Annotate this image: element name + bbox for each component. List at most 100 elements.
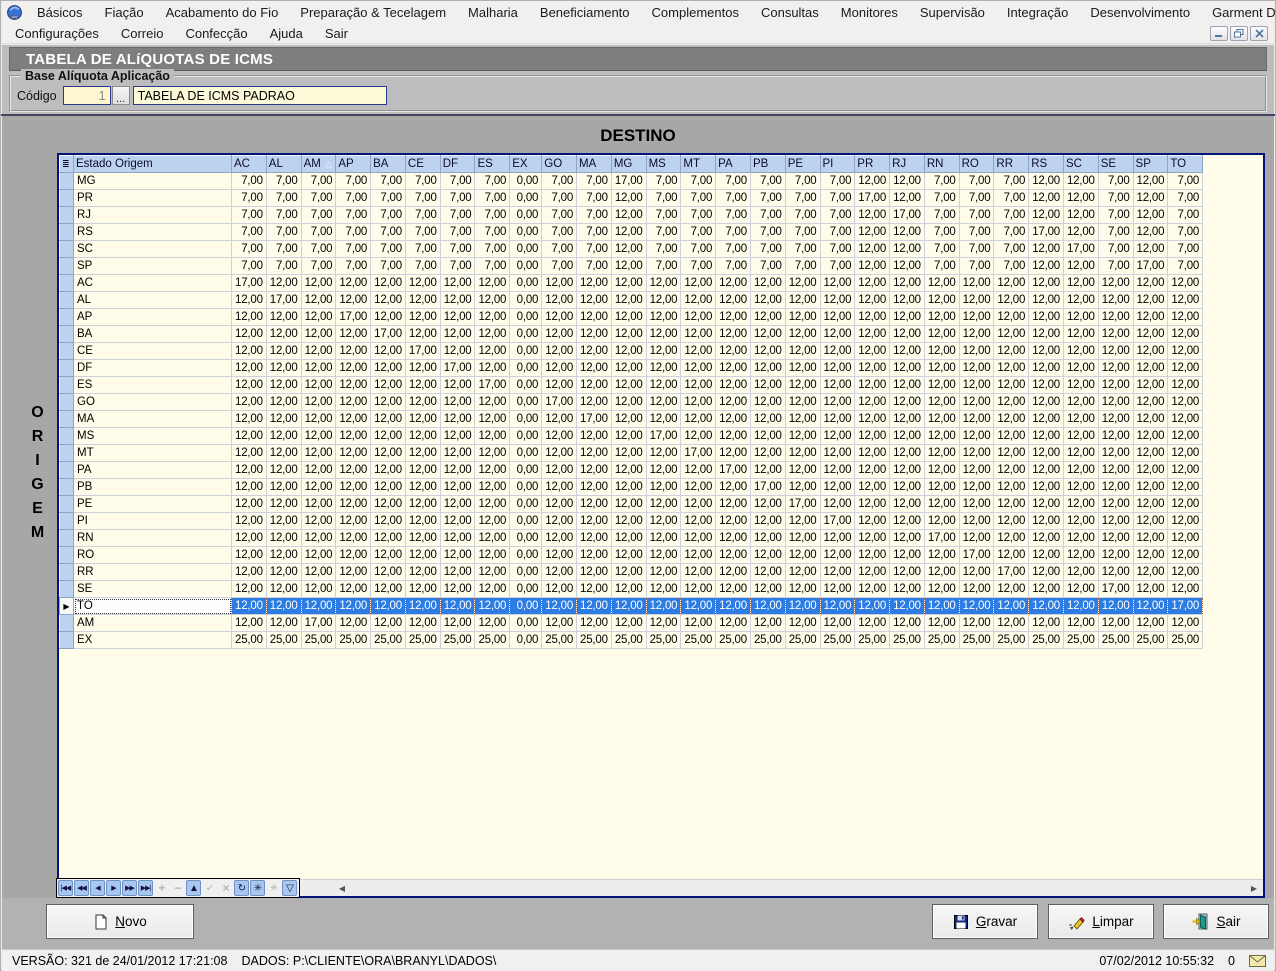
cell-rn-sp[interactable]: 12,00	[1133, 530, 1168, 547]
cell-mt-ba[interactable]: 12,00	[371, 445, 406, 462]
cell-rn-mt[interactable]: 12,00	[681, 530, 716, 547]
cell-pi-al[interactable]: 12,00	[266, 513, 301, 530]
cell-se-sc[interactable]: 12,00	[1063, 581, 1098, 598]
cell-go-al[interactable]: 12,00	[266, 394, 301, 411]
cell-pe-se[interactable]: 12,00	[1098, 496, 1133, 513]
cell-rn-go[interactable]: 12,00	[542, 530, 577, 547]
cell-sc-ex[interactable]: 0,00	[510, 241, 542, 258]
cell-al-sc[interactable]: 12,00	[1063, 292, 1098, 309]
cell-ex-pi[interactable]: 25,00	[820, 632, 855, 649]
cell-pr-ma[interactable]: 7,00	[577, 190, 612, 207]
cell-ro-rr[interactable]: 12,00	[994, 547, 1029, 564]
cell-pr-ro[interactable]: 7,00	[959, 190, 994, 207]
cell-pr-to[interactable]: 7,00	[1168, 190, 1203, 207]
cell-mt-se[interactable]: 12,00	[1098, 445, 1133, 462]
novo-button[interactable]: Novo	[46, 904, 194, 939]
cell-se-am[interactable]: 12,00	[301, 581, 336, 598]
cell-pr-rs[interactable]: 12,00	[1029, 190, 1064, 207]
cell-go-mt[interactable]: 12,00	[681, 394, 716, 411]
cell-ac-mt[interactable]: 12,00	[681, 275, 716, 292]
cell-ms-ms[interactable]: 17,00	[646, 428, 681, 445]
cell-mt-rj[interactable]: 12,00	[890, 445, 925, 462]
cell-ap-pr[interactable]: 12,00	[855, 309, 890, 326]
cell-ex-se[interactable]: 25,00	[1098, 632, 1133, 649]
cell-pi-rn[interactable]: 12,00	[924, 513, 959, 530]
cell-ma-rj[interactable]: 12,00	[890, 411, 925, 428]
row-header-go[interactable]: GO	[74, 394, 232, 411]
cell-ba-mg[interactable]: 12,00	[611, 326, 646, 343]
cell-al-ma[interactable]: 12,00	[577, 292, 612, 309]
cell-rn-ms[interactable]: 12,00	[646, 530, 681, 547]
col-header-rj[interactable]: RJ	[890, 156, 925, 173]
cell-am-am[interactable]: 17,00	[301, 615, 336, 632]
cell-rj-rn[interactable]: 7,00	[924, 207, 959, 224]
cell-al-df[interactable]: 12,00	[440, 292, 475, 309]
cell-es-pa[interactable]: 12,00	[716, 377, 751, 394]
cell-to-sc[interactable]: 12,00	[1063, 598, 1098, 615]
cell-rr-pe[interactable]: 12,00	[785, 564, 820, 581]
cell-se-rr[interactable]: 12,00	[994, 581, 1029, 598]
cell-to-al[interactable]: 12,00	[266, 598, 301, 615]
cell-es-ac[interactable]: 12,00	[232, 377, 267, 394]
cell-al-go[interactable]: 12,00	[542, 292, 577, 309]
cell-mg-df[interactable]: 7,00	[440, 173, 475, 190]
cell-rr-am[interactable]: 12,00	[301, 564, 336, 581]
cell-df-ma[interactable]: 12,00	[577, 360, 612, 377]
cell-pe-sp[interactable]: 12,00	[1133, 496, 1168, 513]
cell-ex-mg[interactable]: 25,00	[611, 632, 646, 649]
cell-to-mt[interactable]: 12,00	[681, 598, 716, 615]
nav-first-button[interactable]: |◀◀	[58, 880, 73, 896]
cell-rs-ce[interactable]: 7,00	[405, 224, 440, 241]
cell-to-rr[interactable]: 12,00	[994, 598, 1029, 615]
cell-go-rj[interactable]: 12,00	[890, 394, 925, 411]
cell-al-rr[interactable]: 12,00	[994, 292, 1029, 309]
cell-sc-pi[interactable]: 7,00	[820, 241, 855, 258]
cell-pb-pr[interactable]: 12,00	[855, 479, 890, 496]
cell-df-pi[interactable]: 12,00	[820, 360, 855, 377]
cell-df-go[interactable]: 12,00	[542, 360, 577, 377]
cell-ap-se[interactable]: 12,00	[1098, 309, 1133, 326]
cell-ro-go[interactable]: 12,00	[542, 547, 577, 564]
cell-ce-ce[interactable]: 17,00	[405, 343, 440, 360]
lookup-button[interactable]: ...	[112, 86, 130, 105]
cell-mg-ba[interactable]: 7,00	[371, 173, 406, 190]
cell-df-ac[interactable]: 12,00	[232, 360, 267, 377]
cell-rr-rn[interactable]: 12,00	[924, 564, 959, 581]
cell-sc-am[interactable]: 7,00	[301, 241, 336, 258]
menu-item-integracao[interactable]: Integração	[996, 3, 1079, 22]
cell-ce-ro[interactable]: 12,00	[959, 343, 994, 360]
cell-ce-rr[interactable]: 12,00	[994, 343, 1029, 360]
cell-sp-ms[interactable]: 7,00	[646, 258, 681, 275]
cell-sp-go[interactable]: 7,00	[542, 258, 577, 275]
cell-ex-pa[interactable]: 25,00	[716, 632, 751, 649]
cell-rr-rs[interactable]: 12,00	[1029, 564, 1064, 581]
cell-ex-ce[interactable]: 25,00	[405, 632, 440, 649]
cell-pa-mg[interactable]: 12,00	[611, 462, 646, 479]
cell-pa-se[interactable]: 12,00	[1098, 462, 1133, 479]
cell-to-ap[interactable]: 12,00	[336, 598, 371, 615]
cell-rr-go[interactable]: 12,00	[542, 564, 577, 581]
col-header-rn[interactable]: RN	[924, 156, 959, 173]
cell-to-rj[interactable]: 12,00	[890, 598, 925, 615]
cell-pb-go[interactable]: 12,00	[542, 479, 577, 496]
cell-mg-es[interactable]: 7,00	[475, 173, 510, 190]
cell-ms-ap[interactable]: 12,00	[336, 428, 371, 445]
cell-se-ac[interactable]: 12,00	[232, 581, 267, 598]
cell-ma-ms[interactable]: 12,00	[646, 411, 681, 428]
row-header-pa[interactable]: PA	[74, 462, 232, 479]
cell-go-ms[interactable]: 12,00	[646, 394, 681, 411]
cell-rr-to[interactable]: 12,00	[1168, 564, 1203, 581]
cell-ba-ce[interactable]: 12,00	[405, 326, 440, 343]
cell-es-es[interactable]: 17,00	[475, 377, 510, 394]
cell-pa-al[interactable]: 12,00	[266, 462, 301, 479]
cell-rj-df[interactable]: 7,00	[440, 207, 475, 224]
row-header-ap[interactable]: AP	[74, 309, 232, 326]
cell-ap-go[interactable]: 12,00	[542, 309, 577, 326]
cell-ap-pb[interactable]: 12,00	[750, 309, 785, 326]
cell-ce-ex[interactable]: 0,00	[510, 343, 542, 360]
menu-item-malharia[interactable]: Malharia	[457, 3, 529, 22]
nav-next-button[interactable]: ▶	[106, 880, 121, 896]
cell-df-mt[interactable]: 12,00	[681, 360, 716, 377]
cell-sc-rj[interactable]: 12,00	[890, 241, 925, 258]
cell-pr-rj[interactable]: 12,00	[890, 190, 925, 207]
